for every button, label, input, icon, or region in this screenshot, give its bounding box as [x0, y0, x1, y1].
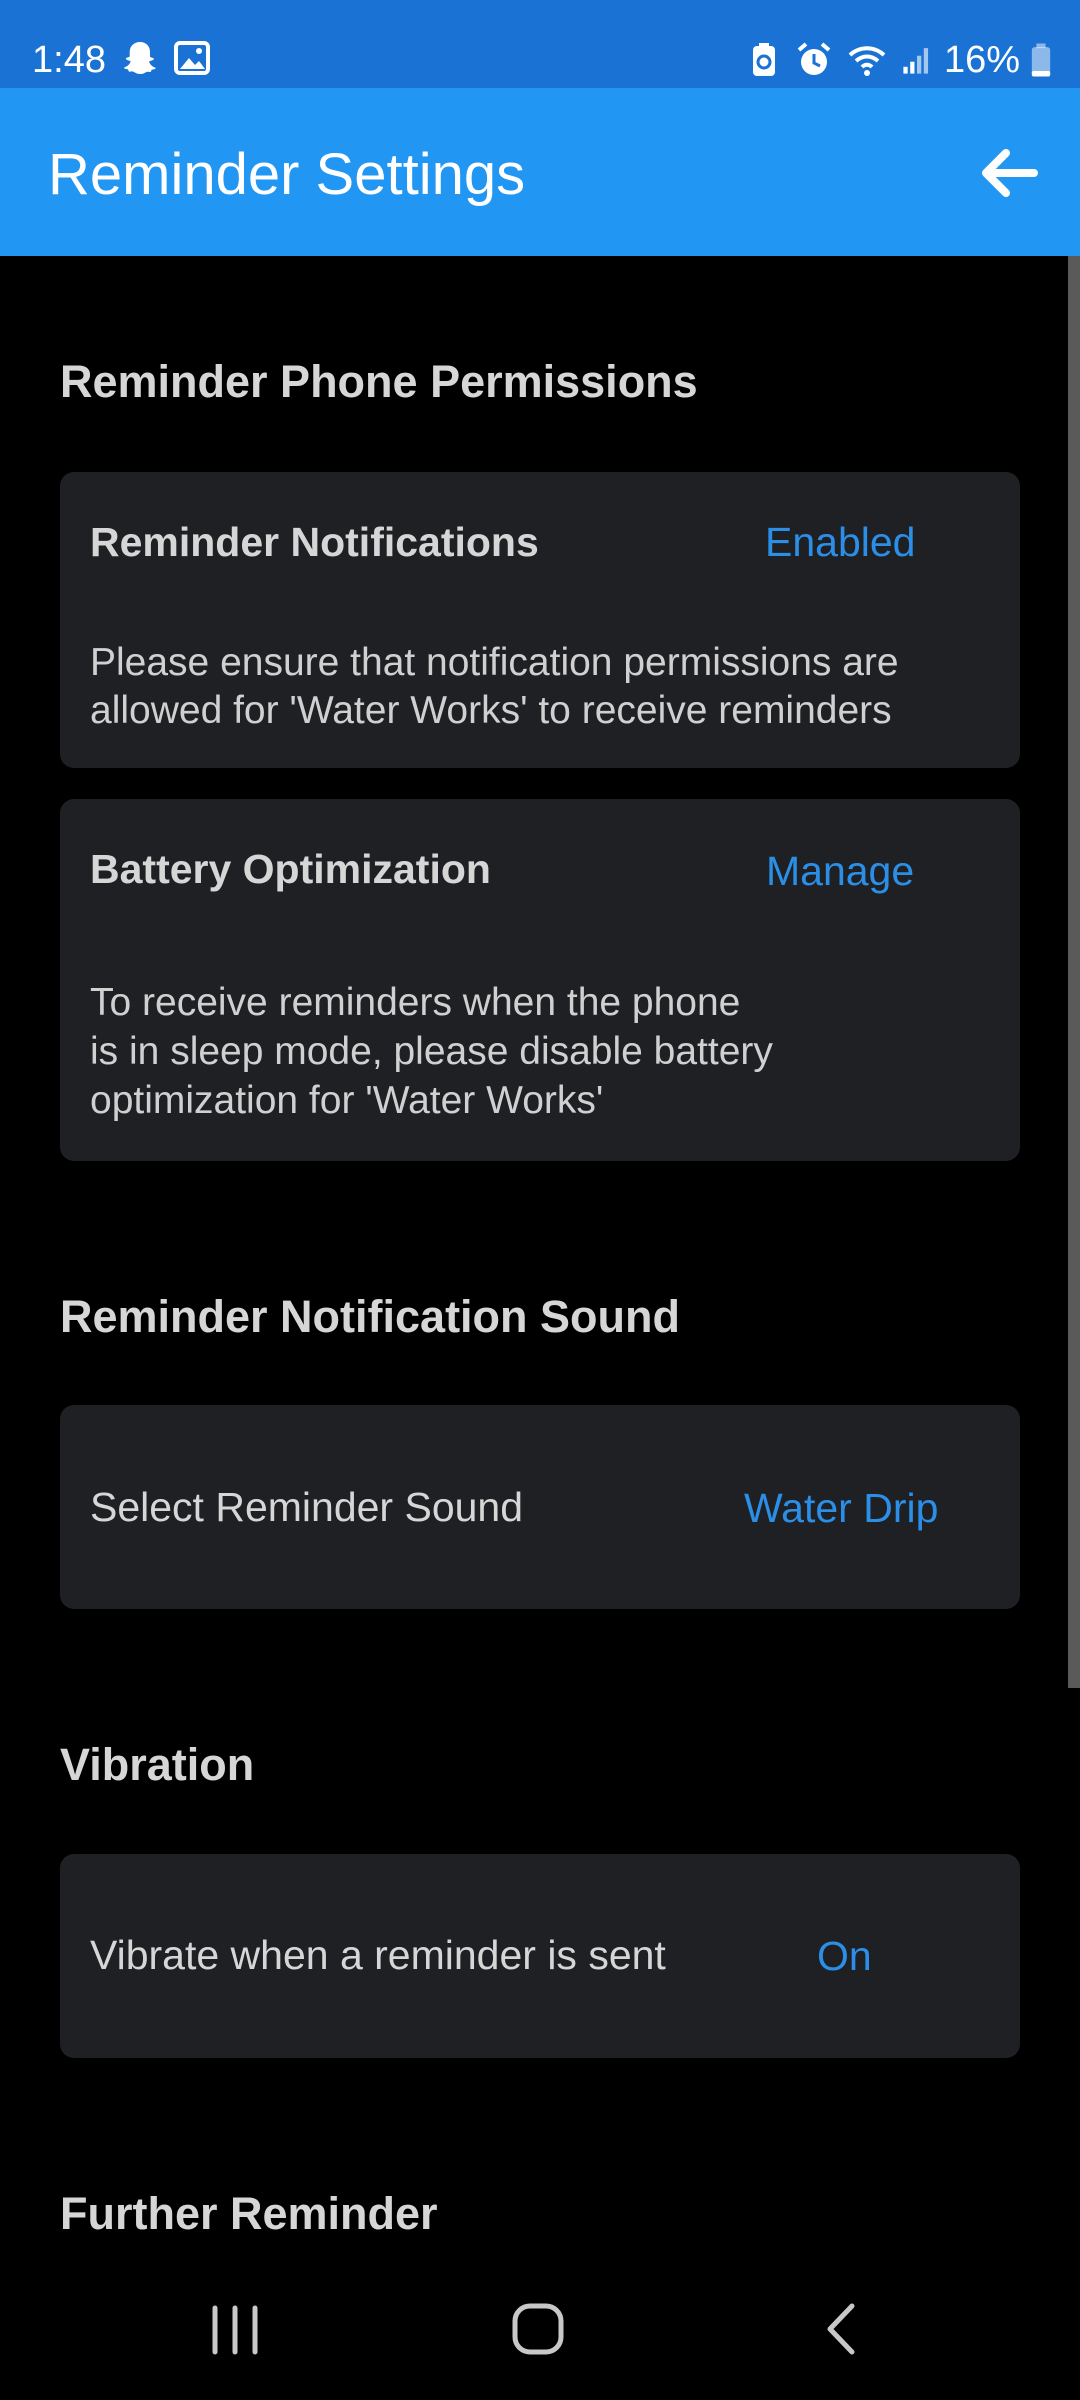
home-icon[interactable]: [503, 2294, 573, 2364]
recent-apps-icon[interactable]: [200, 2294, 270, 2364]
section-title-permissions: Reminder Phone Permissions: [60, 356, 698, 407]
wifi-icon: [848, 46, 886, 76]
signal-icon: [903, 48, 928, 74]
scrollbar[interactable]: [1068, 256, 1080, 1688]
nav-bar: [0, 2254, 1080, 2400]
section-title-further: Further Reminder: [60, 2188, 438, 2239]
section-title-sound: Reminder Notification Sound: [60, 1291, 681, 1342]
vibration-label: Vibrate when a reminder is sent: [90, 1932, 666, 1978]
notifications-enabled-button[interactable]: Enabled: [765, 516, 915, 568]
battery-desc-line1: To receive reminders when the phone: [90, 981, 741, 1024]
image-icon: [174, 41, 210, 75]
notifications-card: Reminder Notifications Enabled Please en…: [60, 472, 1020, 768]
app-bar: Reminder Settings: [0, 88, 1080, 256]
notifications-desc-line2: allowed for 'Water Works' to receive rem…: [90, 689, 892, 732]
battery-manage-button[interactable]: Manage: [766, 845, 914, 897]
sound-card[interactable]: Select Reminder Sound Water Drip: [60, 1405, 1020, 1609]
battery-desc-line2: is in sleep mode, please disable battery: [90, 1030, 773, 1073]
sound-select-button[interactable]: Water Drip: [744, 1482, 938, 1534]
battery-percentage: 16%: [943, 39, 1020, 81]
battery-desc-line3: optimization for 'Water Works': [90, 1079, 604, 1122]
notifications-title: Reminder Notifications: [90, 519, 539, 565]
vibration-toggle[interactable]: On: [817, 1930, 872, 1982]
alarm-icon: [797, 42, 831, 75]
section-title-vibration: Vibration: [60, 1739, 255, 1790]
screen: 1:48 16% Reminder Settings Reminder Phon…: [0, 0, 1080, 2400]
page-title: Reminder Settings: [48, 142, 526, 207]
battery-saver-icon: [752, 43, 775, 76]
status-time: 1:48: [32, 39, 106, 81]
notifications-desc-line1: Please ensure that notification permissi…: [90, 641, 899, 684]
battery-card: Battery Optimization Manage To receive r…: [60, 799, 1020, 1161]
status-bar: 1:48 16%: [0, 0, 1080, 88]
battery-title: Battery Optimization: [90, 846, 491, 892]
sound-label: Select Reminder Sound: [90, 1484, 524, 1530]
snapchat-icon: [124, 42, 156, 74]
vibration-card[interactable]: Vibrate when a reminder is sent On: [60, 1854, 1020, 2058]
status-right-icons: 16%: [744, 36, 1052, 84]
back-icon[interactable]: [808, 2294, 878, 2364]
settings-content[interactable]: Reminder Phone Permissions Reminder Noti…: [0, 256, 1080, 2254]
battery-icon: [1031, 43, 1051, 77]
arrow-back-icon[interactable]: [976, 140, 1042, 206]
status-left-icons: [120, 38, 212, 78]
